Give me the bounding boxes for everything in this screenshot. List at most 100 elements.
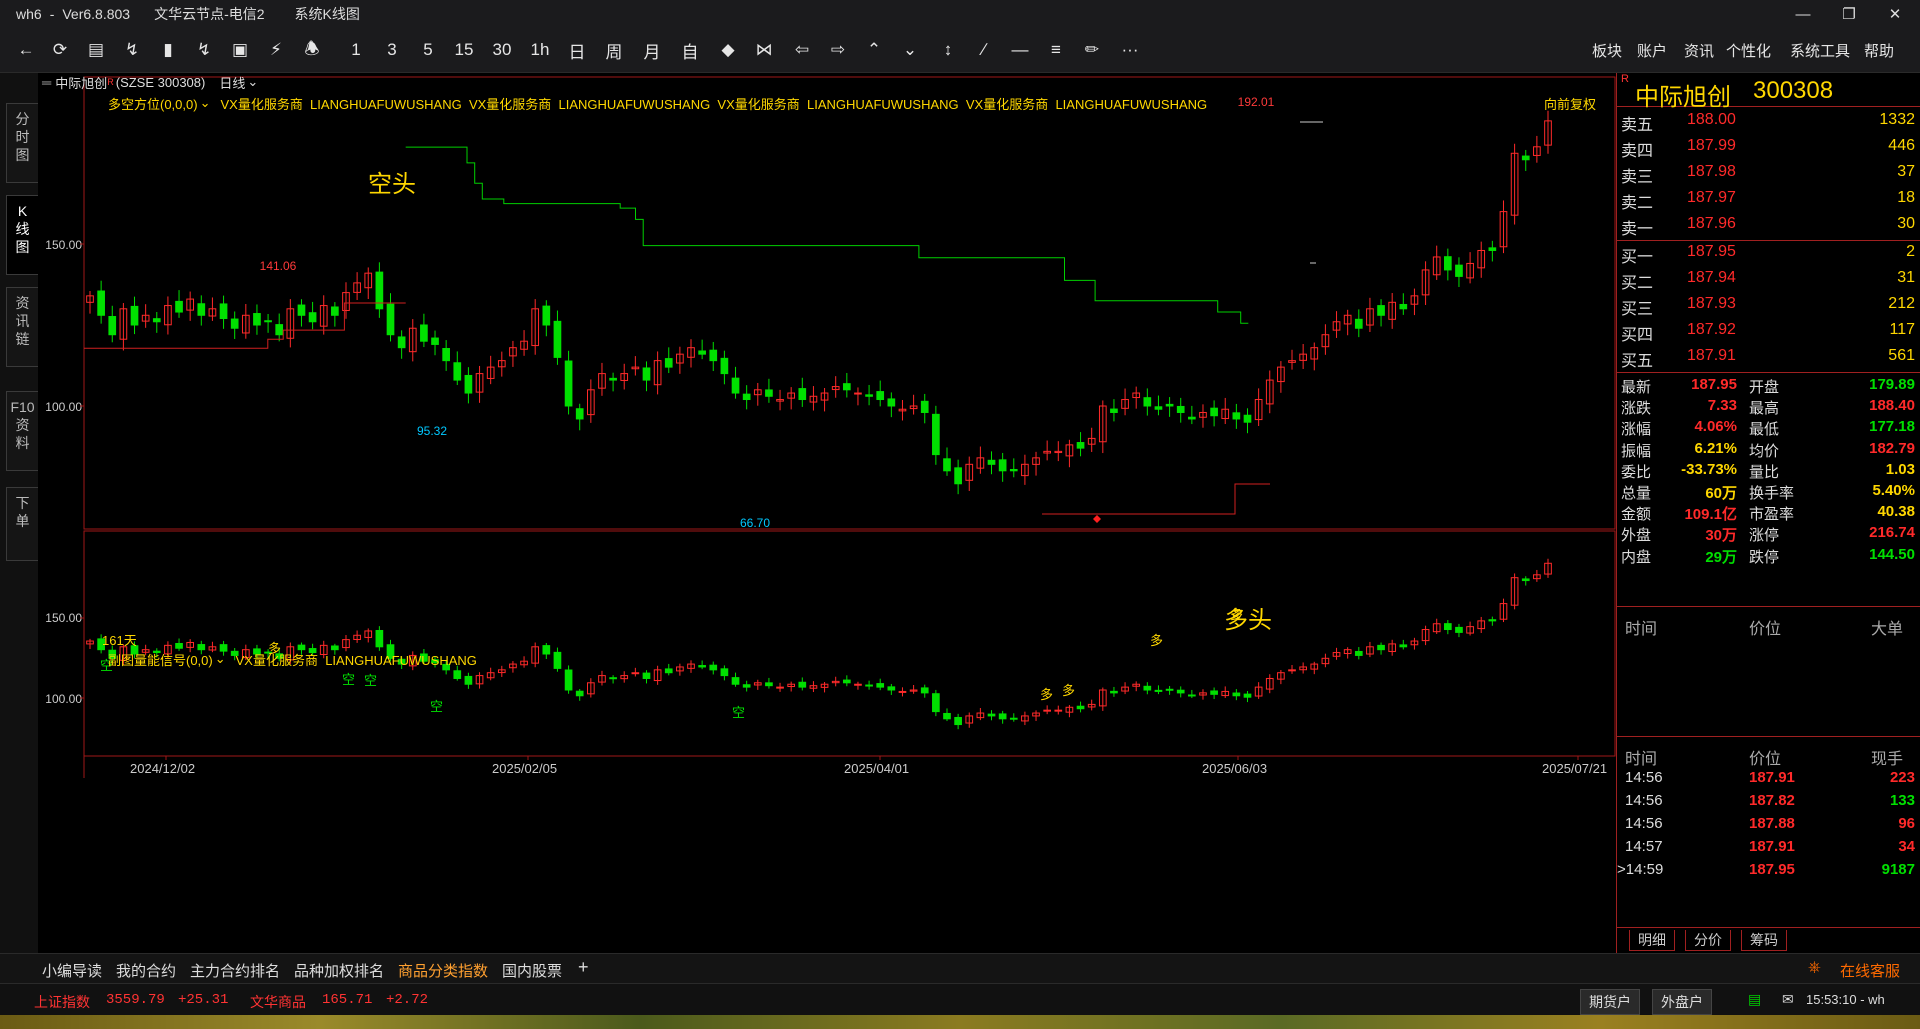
sub-candle-body	[898, 690, 907, 693]
tick-time: 14:56	[1625, 815, 1663, 832]
bell-icon[interactable]: 🕭	[300, 38, 324, 62]
up-icon[interactable]: ⌃	[862, 38, 886, 62]
menu-help[interactable]: 帮助	[1864, 40, 1894, 61]
menu-personalize[interactable]: 个性化	[1726, 40, 1771, 61]
close-button[interactable]: ✕	[1872, 0, 1918, 28]
candle-body	[954, 467, 962, 485]
short-mark: 空	[342, 672, 355, 687]
futures-account-button[interactable]: 期货户	[1580, 989, 1640, 1015]
index1-name[interactable]: 上证指数	[34, 992, 90, 1012]
next-icon[interactable]: ⇨	[826, 38, 850, 62]
restore-button[interactable]: ❐	[1826, 0, 1872, 28]
period-3[interactable]: 3	[380, 38, 404, 62]
long-signal-line-right	[1042, 483, 1270, 515]
sub-candle-body	[1154, 689, 1163, 692]
period-15[interactable]: 15	[452, 38, 476, 62]
foreign-account-button[interactable]: 外盘户	[1652, 989, 1712, 1015]
flash-circle-icon[interactable]: ⚡	[264, 38, 288, 62]
stat-value: 7.33	[1707, 397, 1737, 415]
refresh-icon[interactable]: ⟳	[48, 38, 72, 62]
menu-account[interactable]: 账户	[1637, 40, 1667, 61]
tab-kline[interactable]: K 线 图	[6, 195, 38, 275]
list-icon[interactable]: ▤	[84, 38, 108, 62]
lightning-icon[interactable]: ↯	[192, 38, 216, 62]
x-tick-label: 2024/12/02	[130, 761, 195, 776]
low-annotation: 66.70	[740, 516, 770, 530]
tab-weighted-rank[interactable]: 品种加权排名	[294, 960, 384, 981]
stat-label: 委比	[1621, 463, 1652, 481]
tab-news-chain[interactable]: 资 讯 链	[6, 287, 38, 367]
tab-editor-guide[interactable]: 小编导读	[42, 960, 102, 981]
period-5[interactable]: 5	[416, 38, 440, 62]
stat-value: 29万	[1705, 548, 1737, 566]
period-30[interactable]: 30	[490, 38, 514, 62]
candle-body	[609, 377, 617, 381]
candle-body	[230, 318, 239, 329]
main-indicator-name[interactable]: 多空方位(0,0,0)	[108, 94, 198, 113]
hline-icon[interactable]: —	[1008, 38, 1032, 62]
down-icon[interactable]: ⌄	[898, 38, 922, 62]
menu-dash-icon[interactable]: ═	[42, 75, 51, 90]
tab-order[interactable]: 下 单	[6, 487, 38, 561]
status-bar: 上证指数 3559.79 +25.31 文华商品 165.71 +2.72 期货…	[0, 983, 1920, 1015]
candle-body	[464, 374, 473, 394]
tab-domestic-stocks[interactable]: 国内股票	[502, 960, 562, 981]
period-custom[interactable]: 自	[678, 38, 702, 62]
prev-icon[interactable]: ⇦	[790, 38, 814, 62]
candle-body	[442, 348, 450, 362]
tab-main-contract-rank[interactable]: 主力合约排名	[190, 960, 280, 981]
tab-timeshare[interactable]: 分 时 图	[6, 103, 38, 183]
more-icon[interactable]: ···	[1118, 38, 1142, 62]
candle-body	[1443, 256, 1452, 271]
tab-price-dist[interactable]: 分价	[1685, 930, 1731, 951]
add-tab-button[interactable]: +	[578, 957, 589, 978]
expand-icon[interactable]: ◆	[716, 38, 740, 62]
shrink-icon[interactable]: ⋈	[752, 38, 776, 62]
index2-name[interactable]: 文华商品	[250, 992, 306, 1012]
tab-f10[interactable]: F10 资 料	[6, 391, 38, 471]
sub-indicator-name[interactable]: 副图量能信号(0,0)	[108, 650, 213, 669]
line-chart-icon[interactable]: ↯	[120, 38, 144, 62]
x-tick-label: 2025/04/01	[844, 761, 909, 776]
crosshair-icon[interactable]: ↕	[936, 38, 960, 62]
server-node[interactable]: 文华云节点-电信2	[154, 4, 264, 24]
chevron-down-icon[interactable]: ⌄	[200, 95, 211, 111]
tab-detail[interactable]: 明细	[1629, 930, 1675, 951]
minimize-button[interactable]: —	[1780, 0, 1826, 28]
tab-my-contracts[interactable]: 我的合约	[116, 960, 176, 981]
fib-icon[interactable]: ≡	[1044, 38, 1068, 62]
candle-icon[interactable]: ▮	[156, 38, 180, 62]
period-month[interactable]: 月	[640, 38, 664, 62]
sub-candle-body	[1399, 644, 1408, 648]
bid-label: 买二	[1621, 275, 1654, 292]
period-day[interactable]: 日	[565, 38, 589, 62]
eraser-icon[interactable]: ✏	[1080, 38, 1104, 62]
chevron-down-icon[interactable]: ⌄	[215, 651, 226, 667]
back-icon[interactable]: ←	[14, 38, 38, 62]
menu-sector[interactable]: 板块	[1592, 40, 1622, 61]
online-service-link[interactable]: 在线客服	[1840, 960, 1900, 981]
signal-icon: ▤	[1748, 991, 1762, 1007]
draw-line-icon[interactable]: ∕	[972, 38, 996, 62]
period-select[interactable]: 日线	[219, 73, 245, 92]
candle-body	[1110, 408, 1118, 413]
grid-icon[interactable]: ▣	[228, 38, 252, 62]
adjust-mode[interactable]: 向前复权	[1544, 94, 1596, 113]
tab-chips[interactable]: 筹码	[1741, 930, 1787, 951]
tab-commodity-index[interactable]: 商品分类指数	[394, 958, 493, 985]
bid-label: 买五	[1621, 353, 1654, 370]
stat-label: 跌停	[1749, 548, 1780, 566]
mail-icon[interactable]: ✉	[1782, 991, 1794, 1008]
candle-body	[197, 303, 206, 316]
kline-chart[interactable]: 150.00 100.00 150.00 100.00 2024/12/02 2025/0…	[38, 73, 1616, 953]
menu-news[interactable]: 资讯	[1684, 40, 1714, 61]
chevron-down-icon[interactable]: ⌄	[247, 74, 258, 90]
candle-body	[308, 312, 317, 323]
headset-icon[interactable]: ⎈	[1808, 959, 1821, 977]
period-1h[interactable]: 1h	[528, 38, 552, 62]
period-1[interactable]: 1	[344, 38, 368, 62]
period-week[interactable]: 周	[602, 38, 626, 62]
candle-body	[698, 350, 706, 355]
title-bar: wh6 - Ver6.8.803 文华云节点-电信2 系统K线图 — ❐ ✕	[0, 0, 1920, 28]
menu-tools[interactable]: 系统工具	[1790, 40, 1850, 61]
